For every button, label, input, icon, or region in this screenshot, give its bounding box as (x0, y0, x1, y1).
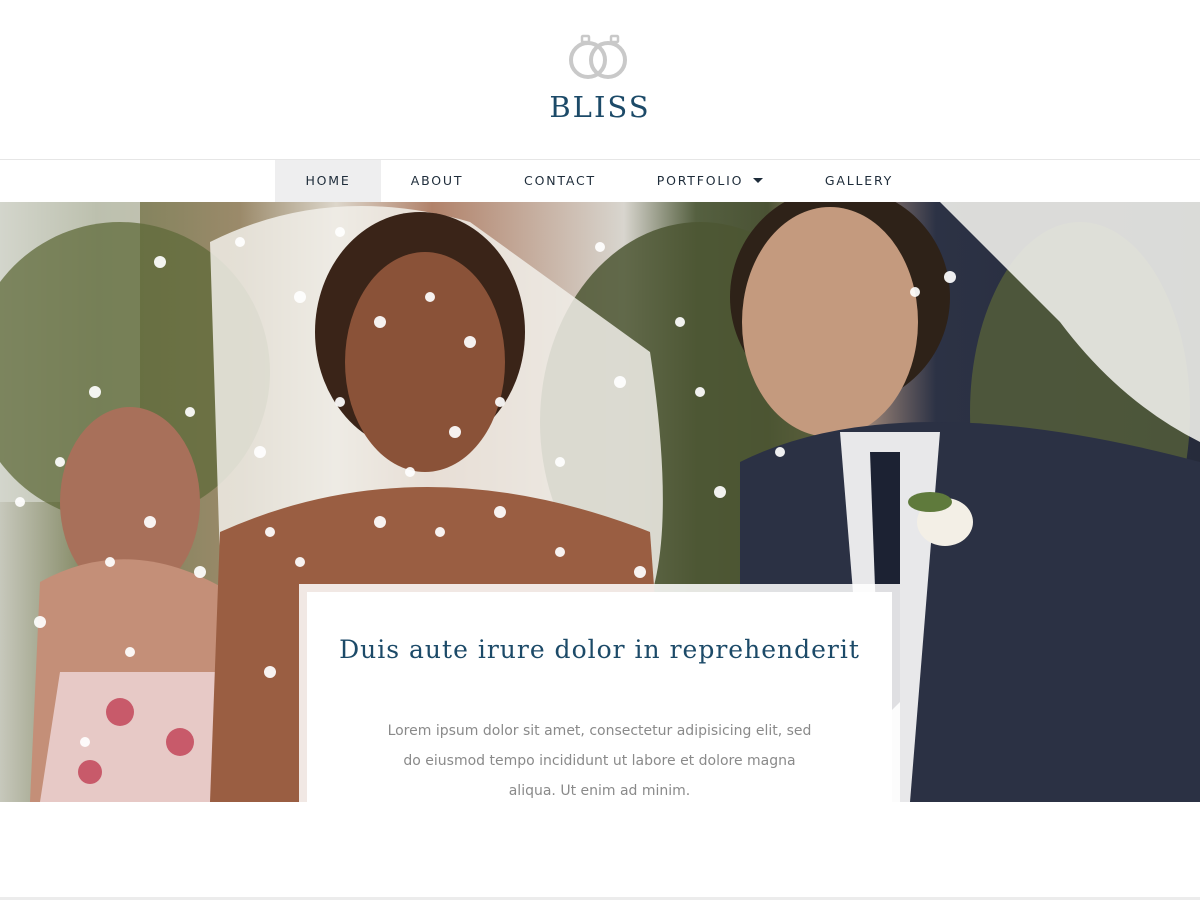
site-header: BLISS (0, 0, 1200, 159)
nav-item-about[interactable]: ABOUT (392, 160, 482, 202)
nav-item-home[interactable]: HOME (275, 160, 381, 202)
wedding-rings-icon[interactable] (566, 32, 630, 82)
nav-item-label: CONTACT (524, 173, 596, 188)
hero-caption-inner: Duis aute irure dolor in reprehenderit L… (307, 592, 892, 802)
nav-item-contact[interactable]: CONTACT (505, 160, 615, 202)
hero-caption-card: Duis aute irure dolor in reprehenderit L… (299, 584, 900, 802)
nav-item-label: ABOUT (410, 173, 464, 188)
nav-item-portfolio[interactable]: PORTFOLIO (640, 160, 780, 202)
nav-item-label: GALLERY (824, 173, 894, 188)
caret-down-icon (753, 178, 764, 183)
nav-item-label: PORTFOLIO (656, 173, 744, 188)
nav-item-gallery[interactable]: GALLERY (808, 160, 910, 202)
nav-item-label: HOME (305, 173, 351, 188)
main-navigation: HOME ABOUT CONTACT PORTFOLIO GALLERY (0, 159, 1200, 202)
hero-caption-title: Duis aute irure dolor in reprehenderit (339, 635, 860, 664)
brand-name[interactable]: BLISS (0, 90, 1200, 124)
hero-caption-text: Lorem ipsum dolor sit amet, consectetur … (387, 723, 812, 799)
